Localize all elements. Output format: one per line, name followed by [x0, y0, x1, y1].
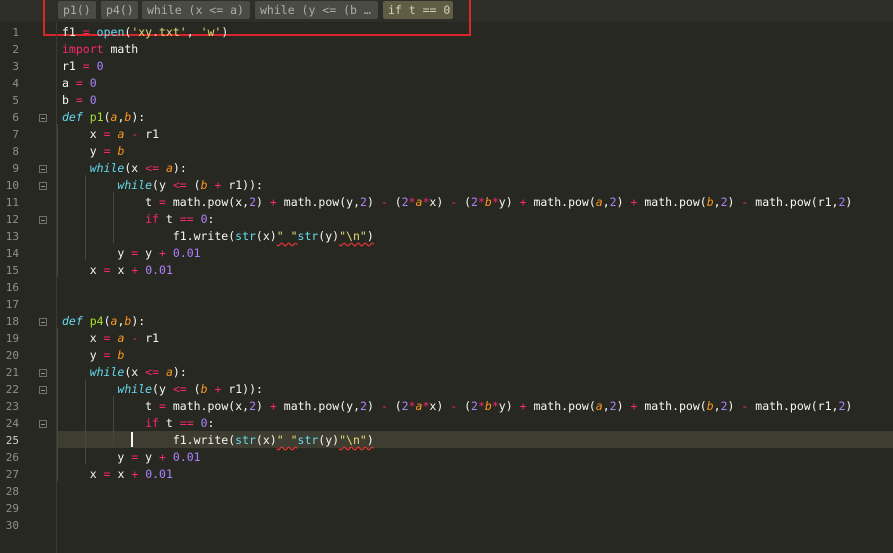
- line-number: 7: [12, 128, 19, 141]
- code-line-18: def p4(a,b):: [62, 314, 146, 328]
- breadcrumb-while-y[interactable]: while (y <= (b …: [255, 1, 378, 19]
- line-number: 27: [5, 468, 19, 481]
- code-line-12: if t == 0:: [145, 212, 215, 226]
- code-line-22: while(y <= (b + r1)):: [117, 382, 263, 396]
- code-line-15: x = x + 0.01: [89, 263, 173, 277]
- code-line-1: f1 = open('xy.txt', 'w'): [62, 25, 229, 39]
- line-number: 9: [12, 162, 19, 175]
- line-number: 19: [5, 332, 19, 345]
- code-line-27: x = x + 0.01: [89, 467, 173, 481]
- line-number: 1: [12, 26, 19, 39]
- line-number: 17: [5, 298, 19, 311]
- line-number: 13: [5, 230, 19, 243]
- code-line-25: f1.write(str(x)" "str(y)"\n"): [172, 433, 374, 447]
- code-line-24: if t == 0:: [145, 416, 215, 430]
- code-line-23: t = math.pow(x,2) + math.pow(y,2) - (2*a…: [145, 399, 853, 413]
- line-number: 2: [12, 43, 19, 56]
- code-line-9: while(x <= a):: [89, 161, 187, 175]
- line-number: 28: [5, 485, 19, 498]
- code-line-5: b = 0: [62, 93, 97, 107]
- fold-toggle-icon[interactable]: [39, 369, 47, 377]
- code-line-20: y = b: [89, 348, 125, 362]
- line-number: 3: [12, 60, 19, 73]
- line-number: 8: [12, 145, 19, 158]
- fold-toggle-icon[interactable]: [39, 165, 47, 173]
- fold-toggle-icon[interactable]: [39, 182, 47, 190]
- code-line-14: y = y + 0.01: [117, 246, 201, 260]
- line-number: 10: [5, 179, 19, 192]
- line-number: 11: [5, 196, 19, 209]
- code-line-8: y = b: [89, 144, 125, 158]
- indent-guide: [57, 124, 58, 277]
- line-number: 20: [5, 349, 19, 362]
- line-number: 29: [5, 502, 19, 515]
- line-number: 23: [5, 400, 19, 413]
- code-line-13: f1.write(str(x)" "str(y)"\n"): [172, 229, 374, 243]
- breadcrumb-p1[interactable]: p1(): [58, 1, 96, 19]
- line-number: 26: [5, 451, 19, 464]
- line-number: 18: [5, 315, 19, 328]
- breadcrumb-while-x[interactable]: while (x <= a): [142, 1, 250, 19]
- fold-toggle-icon[interactable]: [39, 420, 47, 428]
- line-number: 24: [5, 417, 19, 430]
- fold-toggle-icon[interactable]: [39, 114, 47, 122]
- code-line-11: t = math.pow(x,2) + math.pow(y,2) - (2*a…: [145, 195, 853, 209]
- line-number: 4: [12, 77, 19, 90]
- line-number: 25: [5, 434, 19, 447]
- line-number: 15: [5, 264, 19, 277]
- indent-guide: [57, 328, 58, 481]
- line-number: 30: [5, 519, 19, 532]
- code-line-7: x = a - r1: [89, 127, 160, 141]
- code-line-3: r1 = 0: [62, 59, 104, 73]
- code-line-10: while(y <= (b + r1)):: [117, 178, 263, 192]
- line-number: 5: [12, 94, 19, 107]
- line-number-gutter: 1 2 3 4 5 6 7 8 9 10 11 12 13 14 15 16 17 18 19 20 21 22 23 24 2…: [0, 22, 56, 553]
- code-line-21: while(x <= a):: [89, 365, 187, 379]
- line-number: 16: [5, 281, 19, 294]
- line-number: 21: [5, 366, 19, 379]
- line-number: 6: [12, 111, 19, 124]
- line-number: 14: [5, 247, 19, 260]
- code-line-26: y = y + 0.01: [117, 450, 201, 464]
- code-line-4: a = 0: [62, 76, 97, 90]
- code-line-6: def p1(a,b):: [62, 110, 146, 124]
- fold-toggle-icon[interactable]: [39, 318, 47, 326]
- code-editor[interactable]: f1 = open('xy.txt', 'w') import math r1 …: [62, 22, 893, 553]
- breadcrumb-if-t[interactable]: if t == 0: [383, 1, 453, 19]
- code-line-19: x = a - r1: [89, 331, 160, 345]
- breadcrumb-p4[interactable]: p4(): [101, 1, 138, 19]
- fold-toggle-icon[interactable]: [39, 386, 47, 394]
- code-line-2: import math: [62, 42, 139, 56]
- line-number: 22: [5, 383, 19, 396]
- line-number: 12: [5, 213, 19, 226]
- fold-toggle-icon[interactable]: [39, 216, 47, 224]
- breadcrumb-bar: p1() p4() while (x <= a) while (y <= (b …: [0, 0, 893, 22]
